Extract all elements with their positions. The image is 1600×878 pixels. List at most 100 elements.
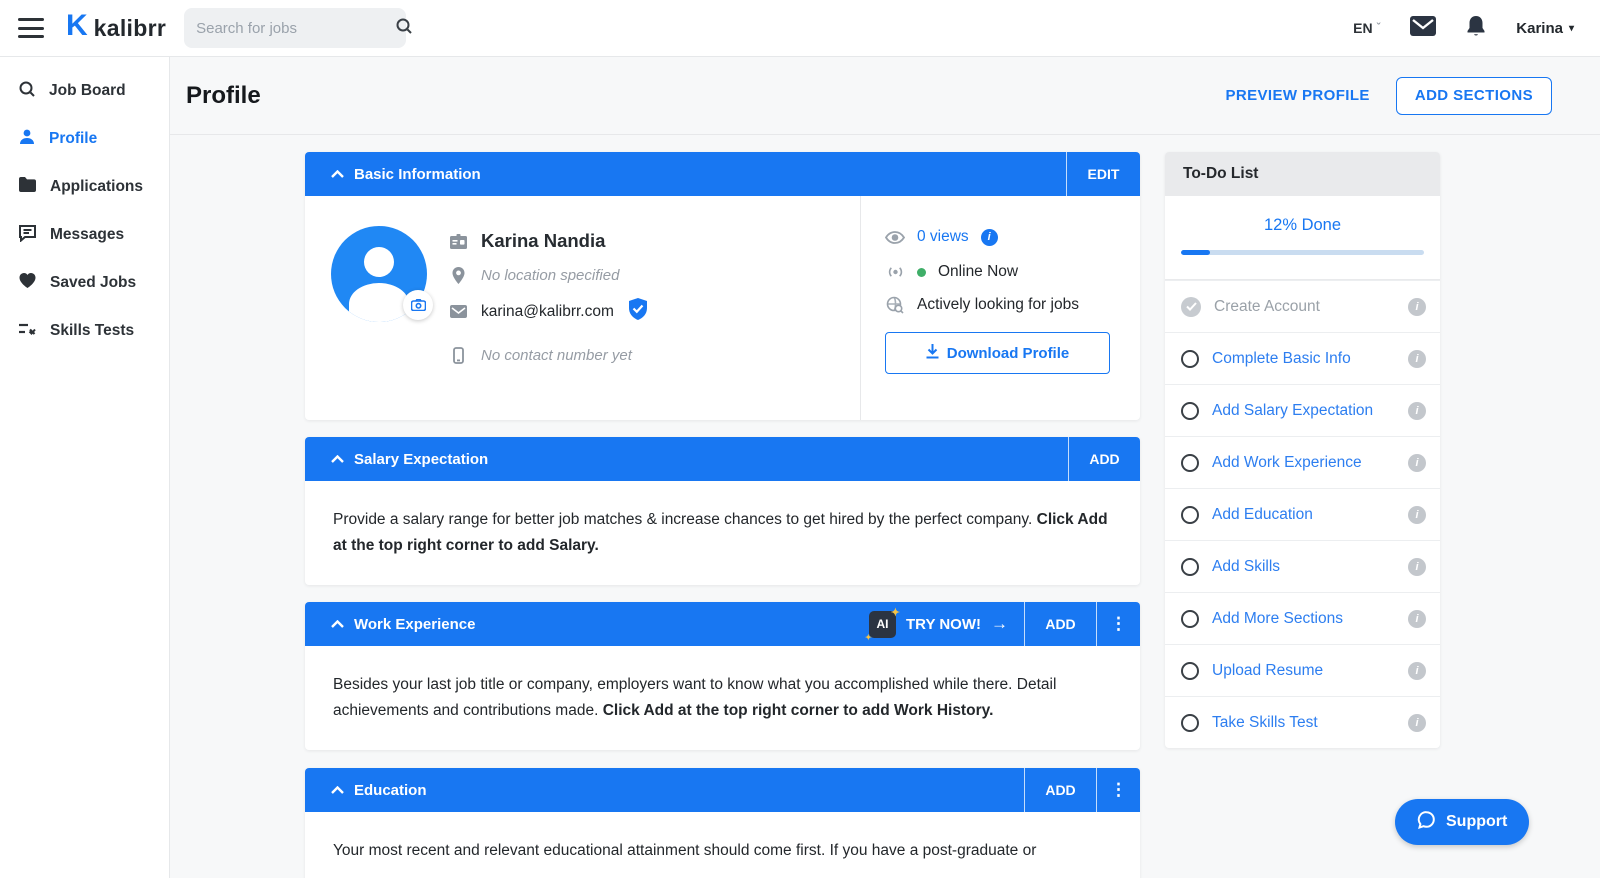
basic-info-identity: Karina Nandia No location specified kari…: [305, 196, 860, 420]
education-card: Education ADD ⋮ Your most recent and rel…: [305, 768, 1140, 878]
phone-icon: [449, 347, 467, 364]
info-icon[interactable]: i: [1408, 350, 1426, 368]
collapse-chevron-icon[interactable]: [331, 786, 344, 794]
kalibrr-profile-page: K kalibrr ENˇ Kar: [0, 0, 1600, 878]
search-icon[interactable]: [395, 17, 413, 40]
todo-item-add-work-experience[interactable]: Add Work Experience i: [1165, 436, 1440, 488]
todo-item-add-skills[interactable]: Add Skills i: [1165, 540, 1440, 592]
checklist-icon: [18, 321, 37, 342]
edit-basic-info-button[interactable]: EDIT: [1066, 152, 1140, 196]
radio-circle-icon: [1181, 662, 1199, 680]
work-cta-text: Click Add at the top right corner to add…: [603, 702, 994, 719]
page-header: Profile PREVIEW PROFILE ADD SECTIONS: [170, 57, 1600, 135]
todo-item-upload-resume[interactable]: Upload Resume i: [1165, 644, 1440, 696]
preview-profile-link[interactable]: PREVIEW PROFILE: [1225, 87, 1369, 104]
support-button[interactable]: Support: [1395, 799, 1529, 845]
messages-envelope-icon[interactable]: [1410, 16, 1436, 41]
todo-progress-bar: [1181, 250, 1424, 255]
work-experience-menu-icon[interactable]: ⋮: [1096, 602, 1140, 646]
work-experience-card: Work Experience AI✦✦ TRY NOW! → ADD ⋮ Be…: [305, 602, 1140, 750]
education-description: Your most recent and relevant educationa…: [305, 812, 1140, 878]
collapse-chevron-icon[interactable]: [331, 620, 344, 628]
kalibrr-logo-text: kalibrr: [94, 15, 166, 42]
job-search-box[interactable]: [184, 8, 406, 48]
heart-icon: [18, 272, 37, 294]
profile-views: 0 views: [917, 228, 969, 246]
top-navigation-bar: K kalibrr ENˇ Kar: [0, 0, 1600, 57]
language-selector[interactable]: ENˇ: [1353, 20, 1380, 36]
add-education-button[interactable]: ADD: [1024, 768, 1096, 812]
ai-try-now-button[interactable]: AI✦✦ TRY NOW! →: [869, 611, 1024, 638]
hamburger-menu-icon[interactable]: [18, 18, 44, 38]
job-seeking-status-row: Actively looking for jobs: [885, 296, 1140, 314]
sidebar-item-messages[interactable]: Messages: [0, 211, 169, 259]
collapse-chevron-icon[interactable]: [331, 170, 344, 178]
sidebar-item-job-board[interactable]: Job Board: [0, 67, 169, 115]
arrow-right-icon: →: [991, 614, 1008, 634]
caret-down-icon: ▾: [1569, 23, 1574, 34]
globe-search-icon: [885, 296, 905, 314]
radio-circle-icon: [1181, 610, 1199, 628]
education-menu-icon[interactable]: ⋮: [1096, 768, 1140, 812]
work-experience-header: Work Experience AI✦✦ TRY NOW! → ADD ⋮: [305, 602, 1140, 646]
verified-shield-icon: [628, 298, 648, 325]
radio-circle-icon: [1181, 714, 1199, 732]
info-icon[interactable]: i: [1408, 558, 1426, 576]
id-badge-icon: [449, 234, 467, 249]
info-icon[interactable]: i: [1408, 714, 1426, 732]
online-green-dot: [917, 268, 926, 277]
profile-email: karina@kalibrr.com: [481, 303, 614, 321]
education-header: Education ADD ⋮: [305, 768, 1140, 812]
views-info-icon[interactable]: i: [981, 229, 998, 246]
page-title: Profile: [186, 82, 261, 110]
todo-item-complete-basic-info[interactable]: Complete Basic Info i: [1165, 332, 1440, 384]
todo-item-add-more-sections[interactable]: Add More Sections i: [1165, 592, 1440, 644]
location-row: No location specified: [449, 267, 648, 284]
info-icon[interactable]: i: [1408, 298, 1426, 316]
info-icon[interactable]: i: [1408, 454, 1426, 472]
radio-circle-icon: [1181, 402, 1199, 420]
sidebar-item-saved-jobs[interactable]: Saved Jobs: [0, 259, 169, 307]
todo-item-create-account[interactable]: Create Account i: [1165, 280, 1440, 332]
folder-icon: [18, 176, 37, 198]
collapse-chevron-icon[interactable]: [331, 455, 344, 463]
radio-circle-icon: [1181, 506, 1199, 524]
todo-item-add-education[interactable]: Add Education i: [1165, 488, 1440, 540]
person-icon: [18, 128, 36, 151]
todo-progress-fill: [1181, 250, 1210, 255]
profile-name: Karina Nandia: [481, 230, 605, 252]
sidebar-item-skills-tests[interactable]: Skills Tests: [0, 307, 169, 355]
search-icon: [18, 80, 36, 103]
info-icon[interactable]: i: [1408, 662, 1426, 680]
kalibrr-logo[interactable]: K kalibrr: [66, 13, 166, 43]
progress-percent-label: 12% Done: [1181, 216, 1424, 235]
add-sections-button[interactable]: ADD SECTIONS: [1396, 77, 1552, 115]
info-icon[interactable]: i: [1408, 506, 1426, 524]
email-row: karina@kalibrr.com: [449, 298, 648, 325]
check-circle-icon: [1181, 297, 1201, 317]
todo-progress-section: 12% Done: [1165, 196, 1440, 280]
change-photo-camera-button[interactable]: [403, 290, 433, 320]
online-status: Online Now: [938, 263, 1018, 281]
chevron-down-icon: ˇ: [1377, 22, 1381, 34]
notifications-bell-icon[interactable]: [1466, 15, 1486, 42]
location-pin-icon: [449, 267, 467, 284]
todo-item-take-skills-test[interactable]: Take Skills Test i: [1165, 696, 1440, 748]
sidebar-item-applications[interactable]: Applications: [0, 163, 169, 211]
todo-item-add-salary-expectation[interactable]: Add Salary Expectation i: [1165, 384, 1440, 436]
add-work-experience-button[interactable]: ADD: [1024, 602, 1096, 646]
info-icon[interactable]: i: [1408, 610, 1426, 628]
radio-circle-icon: [1181, 454, 1199, 472]
phone-row: No contact number yet: [449, 347, 648, 364]
radio-circle-icon: [1181, 558, 1199, 576]
download-profile-button[interactable]: Download Profile: [885, 332, 1110, 374]
sidebar-item-profile[interactable]: Profile: [0, 115, 169, 163]
kalibrr-logo-mark-icon: K: [66, 11, 88, 41]
todo-list-title: To-Do List: [1165, 152, 1440, 196]
search-input[interactable]: [196, 20, 395, 37]
user-account-menu[interactable]: Karina▾: [1516, 20, 1574, 37]
eye-icon: [885, 231, 905, 244]
info-icon[interactable]: i: [1408, 402, 1426, 420]
add-salary-button[interactable]: ADD: [1068, 437, 1140, 481]
profile-location: No location specified: [481, 267, 619, 284]
